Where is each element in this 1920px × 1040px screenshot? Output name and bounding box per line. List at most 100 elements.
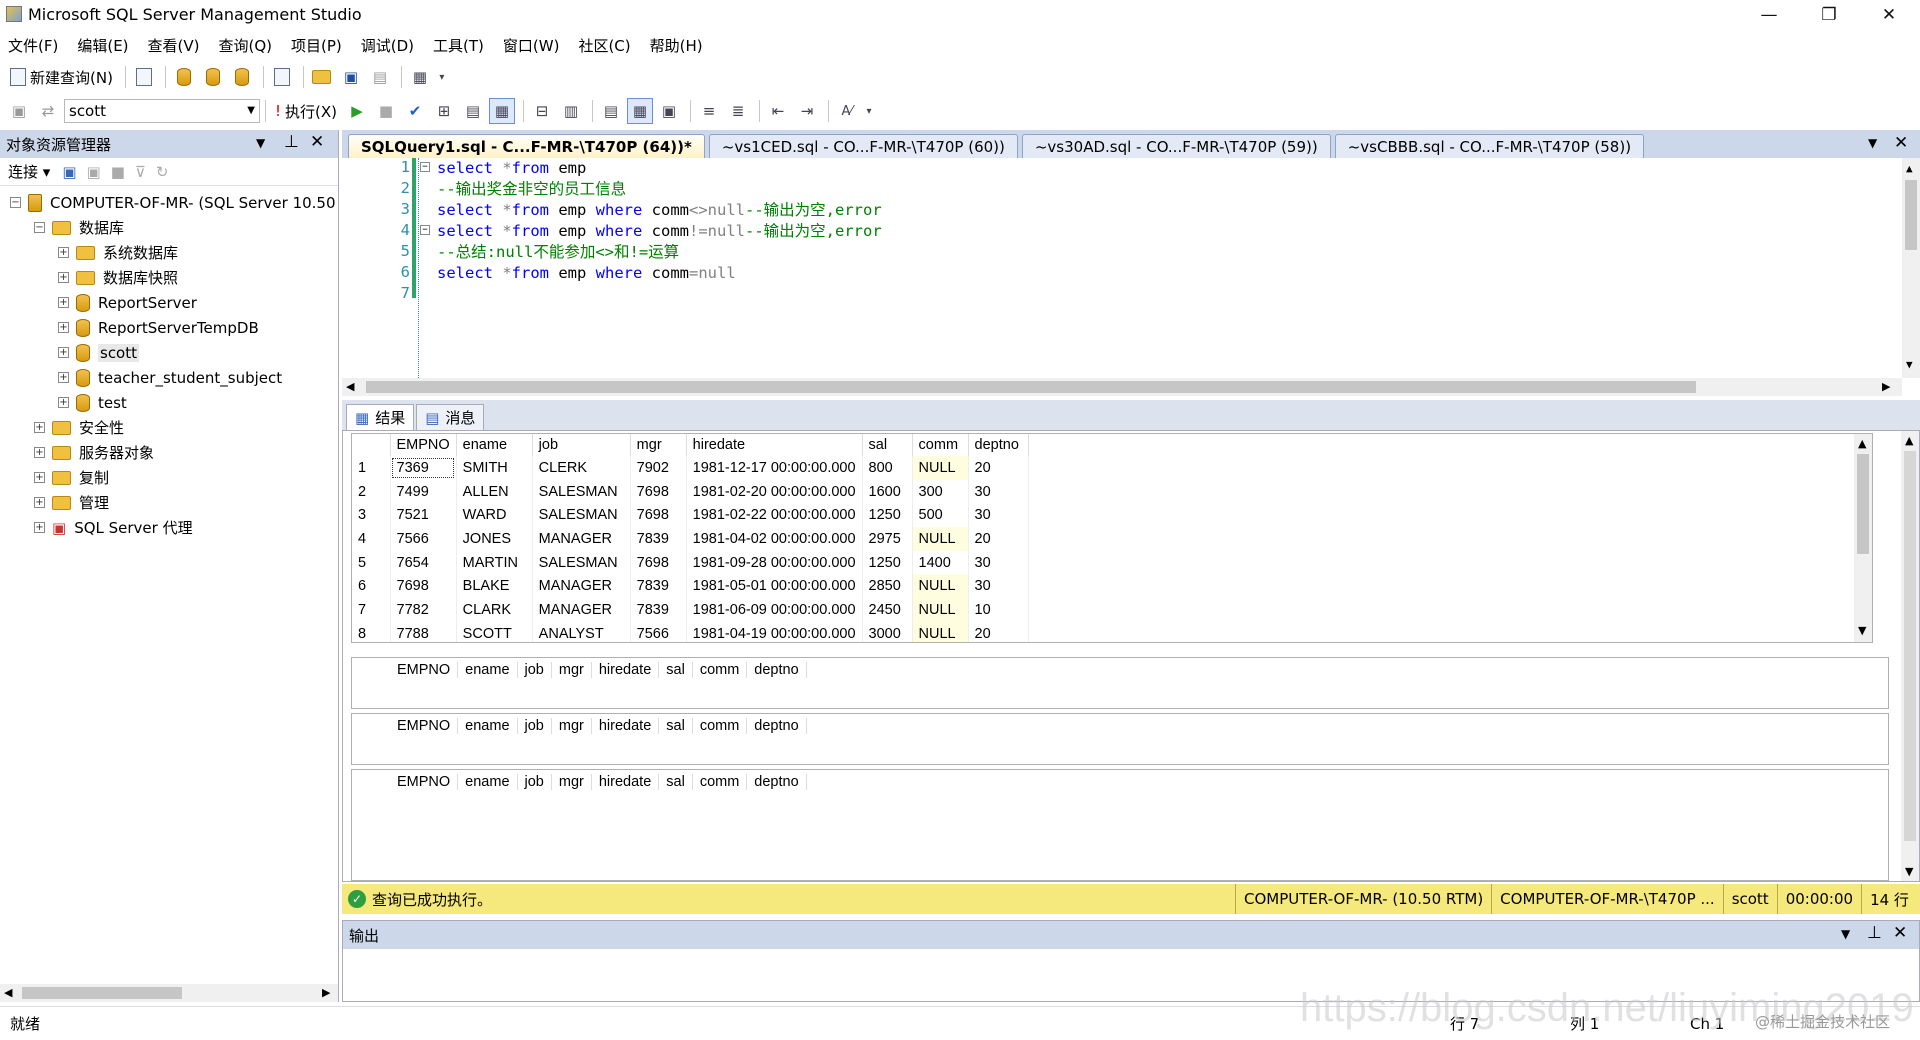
cell[interactable]: 1981-02-20 00:00:00.000	[686, 479, 863, 504]
menu-project[interactable]: 项目(P)	[291, 35, 342, 56]
column-header[interactable]: comm	[693, 774, 748, 790]
client-statistics-icon[interactable]: ▥	[558, 98, 584, 124]
cell[interactable]: NULL	[912, 574, 969, 599]
tree-node-reportservertempdb[interactable]: + ReportServerTempDB	[0, 315, 338, 340]
menu-file[interactable]: 文件(F)	[8, 35, 58, 56]
expand-icon[interactable]: +	[58, 247, 69, 258]
scroll-up-icon[interactable]: ▲	[1906, 162, 1913, 175]
tree-node-snapshots[interactable]: + 数据库快照	[0, 265, 338, 290]
increase-indent-icon[interactable]: ⇥	[794, 98, 820, 124]
column-header[interactable]: hiredate	[592, 662, 660, 678]
expand-icon[interactable]: +	[34, 447, 45, 458]
menu-view[interactable]: 查看(V)	[148, 35, 200, 56]
cell[interactable]: 7566	[390, 527, 457, 551]
comment-lines-icon[interactable]: ≡	[696, 98, 722, 124]
menu-community[interactable]: 社区(C)	[578, 35, 630, 56]
cell[interactable]: 2450	[862, 598, 913, 622]
cell[interactable]: ANALYST	[532, 621, 631, 642]
menu-tools[interactable]: 工具(T)	[433, 35, 484, 56]
cell[interactable]: BLAKE	[456, 574, 533, 599]
new-file-button[interactable]	[131, 64, 157, 90]
cell[interactable]: SMITH	[456, 456, 533, 480]
tree-node-sql-agent[interactable]: + ▣ SQL Server 代理	[0, 515, 338, 540]
cell[interactable]: 30	[968, 574, 1029, 599]
cell[interactable]: NULL	[912, 456, 969, 480]
cell[interactable]: 800	[862, 456, 913, 480]
results-vertical-scrollbar[interactable]: ▲ ▼	[1901, 431, 1919, 881]
collapse-block-icon[interactable]: −	[420, 225, 430, 235]
editor-vertical-scrollbar[interactable]: ▲ ▼	[1902, 158, 1920, 378]
cell[interactable]: NULL	[912, 598, 969, 622]
db-engine-query-button[interactable]	[171, 64, 197, 90]
column-header[interactable]: deptno	[747, 774, 807, 790]
column-header[interactable]: sal	[659, 662, 693, 678]
column-header[interactable]: job	[518, 774, 552, 790]
cell[interactable]: NULL	[912, 527, 969, 551]
tree-node-security[interactable]: + 安全性	[0, 415, 338, 440]
table-row[interactable]: 3 7521 WARD SALESMAN 7698 1981-02-22 00:00:00…	[352, 503, 1029, 528]
cell[interactable]: 2850	[862, 574, 913, 599]
column-header[interactable]: EMPNO	[390, 662, 459, 678]
expand-icon[interactable]: +	[34, 522, 45, 533]
cell[interactable]: 1600	[862, 479, 913, 504]
expand-icon[interactable]: +	[58, 322, 69, 333]
column-header[interactable]: job	[518, 718, 552, 734]
table-row[interactable]: 5 7654 MARTIN SALESMAN 7698 1981-09-28 00:00:…	[352, 550, 1029, 575]
cell[interactable]: CLERK	[532, 456, 631, 480]
change-connection-icon[interactable]: ⇄	[35, 98, 61, 124]
cell[interactable]: CLARK	[456, 598, 533, 622]
cell[interactable]: 7369	[390, 456, 457, 480]
uncomment-lines-icon[interactable]: ≣	[725, 98, 751, 124]
scroll-thumb[interactable]	[366, 381, 1696, 393]
cell[interactable]: 1981-09-28 00:00:00.000	[686, 550, 863, 575]
cell[interactable]: 500	[912, 503, 969, 528]
cell[interactable]: 7788	[390, 621, 457, 642]
cell[interactable]: 7698	[630, 550, 687, 575]
cell[interactable]: 20	[968, 621, 1029, 642]
disconnect-icon[interactable]: ▣	[87, 163, 101, 181]
results-grid-4[interactable]: EMPNO ename job mgr hiredate sal comm deptno	[351, 769, 1889, 881]
restore-icon[interactable]: ❐	[1806, 0, 1852, 30]
expand-icon[interactable]: +	[58, 272, 69, 283]
column-header[interactable]: comm	[693, 718, 748, 734]
results-to-text-icon[interactable]: ▤	[598, 98, 624, 124]
decrease-indent-icon[interactable]: ⇤	[765, 98, 791, 124]
table-row[interactable]: 1 7369 SMITH CLERK 7902 1981-12-17 00:00:00.0…	[352, 456, 1029, 480]
cell[interactable]: NULL	[912, 621, 969, 642]
collapse-block-icon[interactable]: −	[420, 162, 430, 172]
cell[interactable]: 1400	[912, 550, 969, 575]
parse-check-icon[interactable]: ✔	[402, 98, 428, 124]
tab-list-icon[interactable]: ▼	[1868, 136, 1877, 150]
cell[interactable]: MANAGER	[532, 574, 631, 599]
cell[interactable]: MANAGER	[532, 527, 631, 551]
results-grid-3[interactable]: EMPNO ename job mgr hiredate sal comm deptno	[351, 713, 1889, 765]
results-to-file-icon[interactable]: ▣	[656, 98, 682, 124]
cell[interactable]: 1250	[862, 503, 913, 528]
scroll-left-icon[interactable]: ◀	[4, 986, 12, 999]
expand-icon[interactable]: +	[58, 372, 69, 383]
minimize-icon[interactable]: —	[1746, 0, 1792, 30]
cell[interactable]: 7698	[630, 503, 687, 528]
stop-icon[interactable]: ■	[111, 163, 125, 181]
scroll-left-icon[interactable]: ◀	[346, 380, 354, 393]
cell[interactable]: 7902	[630, 456, 687, 480]
column-header[interactable]: mgr	[630, 434, 687, 456]
cell[interactable]: 20	[968, 527, 1029, 551]
column-header[interactable]: hiredate	[686, 434, 863, 456]
column-header[interactable]: EMPNO	[390, 718, 459, 734]
connect-server-icon[interactable]: ▣	[62, 163, 76, 181]
cell[interactable]: 300	[912, 479, 969, 504]
close-icon[interactable]: ✕	[1866, 0, 1912, 30]
scroll-thumb[interactable]	[1904, 451, 1916, 841]
column-header[interactable]: EMPNO	[390, 434, 457, 456]
column-header[interactable]: deptno	[968, 434, 1029, 456]
code-area[interactable]: select *from emp --输出奖金非空的员工信息 select *f…	[437, 158, 882, 305]
copy-button[interactable]	[269, 64, 295, 90]
editor-horizontal-scrollbar[interactable]: ◀ ▶	[342, 378, 1902, 396]
cell[interactable]: 1981-06-09 00:00:00.000	[686, 598, 863, 622]
tab-results[interactable]: ▦ 结果	[346, 404, 415, 430]
cell[interactable]: ALLEN	[456, 479, 533, 504]
expand-icon[interactable]: +	[58, 297, 69, 308]
expand-icon[interactable]: +	[34, 472, 45, 483]
cell[interactable]: 10	[968, 598, 1029, 622]
